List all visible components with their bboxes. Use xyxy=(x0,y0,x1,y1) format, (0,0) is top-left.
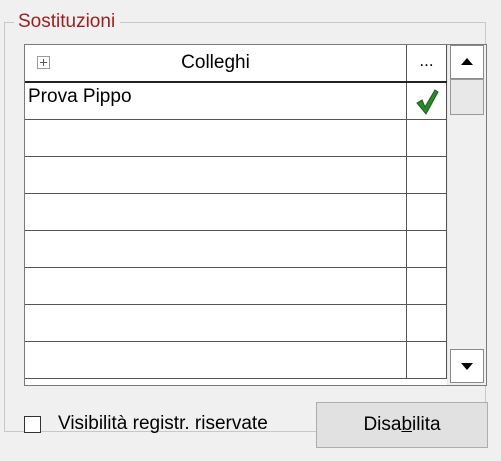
expand-icon[interactable] xyxy=(37,56,50,69)
row-name-cell[interactable] xyxy=(25,157,407,193)
scroll-down-button[interactable] xyxy=(450,349,484,383)
triangle-down-icon xyxy=(461,363,473,370)
table-row[interactable] xyxy=(25,194,447,231)
row-name-cell[interactable] xyxy=(25,268,407,304)
scroll-up-button[interactable] xyxy=(450,45,484,79)
row-name-cell[interactable]: Prova Pippo xyxy=(25,83,407,119)
row-check-cell[interactable] xyxy=(407,342,447,378)
vertical-scrollbar[interactable] xyxy=(447,45,486,385)
row-name-cell[interactable] xyxy=(25,342,407,378)
visibilita-checkbox-label[interactable]: Visibilità registr. riservate xyxy=(58,411,268,437)
table-row[interactable] xyxy=(25,157,447,194)
table-row[interactable] xyxy=(25,231,447,268)
triangle-up-icon xyxy=(461,58,473,65)
groupbox-title: Sostituzioni xyxy=(14,10,121,34)
scroll-thumb[interactable] xyxy=(450,79,484,115)
table-row[interactable] xyxy=(25,120,447,157)
grid-header: Colleghi ... xyxy=(25,45,447,83)
button-label-pre: Disa xyxy=(363,414,402,435)
row-check-cell[interactable] xyxy=(407,305,447,341)
checkmark-icon xyxy=(416,89,439,115)
column-header-label: Colleghi xyxy=(181,52,250,73)
row-name-cell[interactable] xyxy=(25,305,407,341)
row-check-cell[interactable] xyxy=(407,194,447,230)
colleghi-grid: Colleghi ... Prova Pippo xyxy=(24,44,487,386)
row-check-cell[interactable] xyxy=(407,231,447,267)
table-row[interactable] xyxy=(25,268,447,305)
table-row[interactable]: Prova Pippo xyxy=(25,83,447,120)
column-header-colleghi[interactable]: Colleghi xyxy=(25,45,407,81)
disabilita-button[interactable]: Disabilita xyxy=(316,402,488,448)
row-name-cell[interactable] xyxy=(25,194,407,230)
row-check-cell[interactable] xyxy=(407,83,447,119)
column-header-ellipsis[interactable]: ... xyxy=(407,45,447,81)
row-check-cell[interactable] xyxy=(407,120,447,156)
visibilita-checkbox[interactable] xyxy=(24,416,41,433)
row-check-cell[interactable] xyxy=(407,157,447,193)
table-row[interactable] xyxy=(25,342,447,379)
row-name-cell[interactable] xyxy=(25,231,407,267)
button-label-post: ilita xyxy=(412,414,441,435)
table-row[interactable] xyxy=(25,305,447,342)
row-name-cell[interactable] xyxy=(25,120,407,156)
button-label-accel: b xyxy=(401,414,413,435)
row-check-cell[interactable] xyxy=(407,268,447,304)
